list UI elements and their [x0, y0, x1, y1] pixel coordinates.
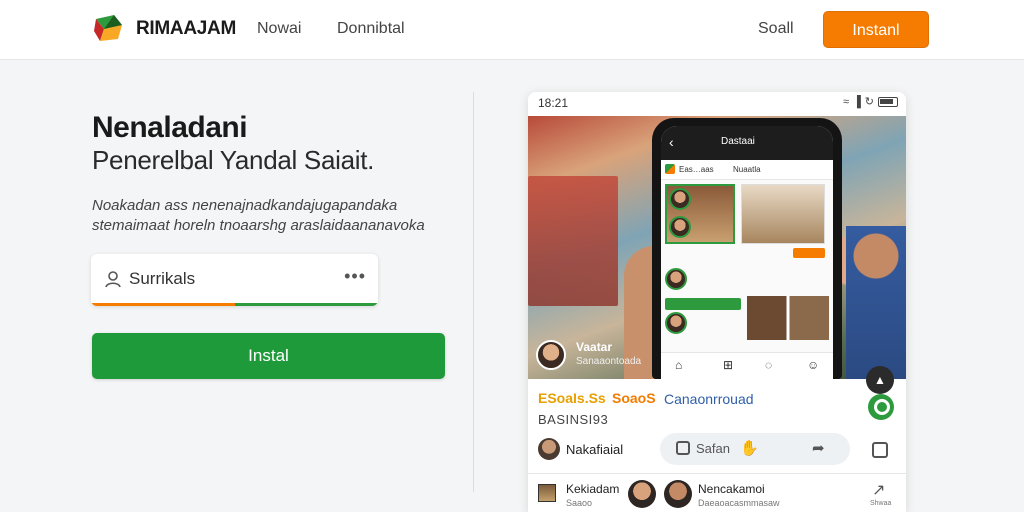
- status-icons: ≈ ▐ ↻: [843, 95, 898, 108]
- install-button[interactable]: Instal: [92, 333, 445, 379]
- search-underline: [91, 303, 378, 306]
- hero-subheadline: Penerelbal Yandal Saiait.: [92, 145, 375, 175]
- signal-icon: ▐: [852, 95, 861, 108]
- phone-app-bar: Eas…aas Nuaatla: [661, 160, 833, 180]
- person-image: [846, 226, 906, 379]
- phone-screen: ‹ Dastaai Eas…aas Nuaatla ⌂ ⊞ ◌ ☺: [661, 126, 833, 379]
- feed-name[interactable]: Kekiadam: [566, 482, 619, 496]
- phone-thumbnails[interactable]: [747, 296, 829, 340]
- chat-icon[interactable]: ◌: [765, 358, 772, 372]
- pill-label[interactable]: Safan: [696, 441, 730, 456]
- battery-icon: [878, 96, 898, 107]
- user-icon: [105, 271, 121, 288]
- user-chip[interactable]: Vaatar Sanaaontoada: [536, 338, 656, 374]
- wifi-icon: ≈: [842, 95, 849, 108]
- promo-text-2: SoaoS: [612, 390, 656, 406]
- user-chip-name: Vaatar: [576, 340, 613, 354]
- phone-app-header: ‹ Dastaai: [661, 126, 833, 160]
- avatar: [669, 188, 691, 210]
- like-icon[interactable]: ✋: [740, 439, 759, 457]
- sync-icon: ↻: [864, 96, 874, 108]
- user-chip-sub: Sanaaontoada: [576, 356, 642, 367]
- more-options-icon[interactable]: •••: [344, 266, 366, 287]
- home-icon[interactable]: ⌂: [675, 358, 682, 372]
- top-header: RIMAAJAM Nowai Donnibtal Soall Instanl: [0, 0, 1024, 60]
- search-input[interactable]: Surrikals •••: [91, 254, 378, 306]
- hero-description: Noakadan ass nenenajnadkandajugapandaka …: [92, 197, 425, 234]
- hero-photo: ‹ Dastaai Eas…aas Nuaatla ⌂ ⊞ ◌ ☺ Vaatar…: [528, 116, 906, 394]
- phone-card-image[interactable]: [665, 184, 735, 244]
- share-arrow-icon[interactable]: ➦: [812, 439, 825, 457]
- feed-thumbnail[interactable]: [538, 484, 556, 502]
- share-icon[interactable]: ↗: [872, 480, 885, 500]
- avatar: [536, 340, 566, 370]
- avatar[interactable]: [664, 480, 692, 508]
- phone-app-title: Dastaai: [721, 136, 755, 147]
- post-row: Nakafiaial Safan ✋ ➦: [528, 430, 906, 474]
- phone-card-image[interactable]: [741, 184, 825, 244]
- signin-link[interactable]: Soall: [758, 20, 794, 38]
- phone-bar-item[interactable]: Eas…aas: [679, 165, 714, 174]
- brand-name[interactable]: RIMAAJAM: [136, 18, 236, 40]
- post-actions-pill: Safan ✋ ➦: [660, 433, 850, 465]
- search-placeholder: Surrikals: [129, 269, 196, 288]
- bookmark-icon[interactable]: [872, 442, 888, 458]
- avatar: [669, 216, 691, 238]
- phone-bar-item[interactable]: Nuaatla: [733, 165, 761, 174]
- feed-row: Kekiadam Saaoo Nencakamoi Daeaoacasmmasa…: [528, 474, 906, 512]
- device-mockup: 18:21 ≈ ▐ ↻ ‹ Dastaai Eas…aas Nuaatla ⌂ …: [528, 92, 906, 512]
- comment-icon[interactable]: [676, 441, 690, 455]
- add-icon[interactable]: ⊞: [723, 358, 733, 372]
- nav-link-news[interactable]: Nowai: [257, 20, 301, 38]
- search-icon[interactable]: [868, 394, 894, 420]
- phone-orange-button[interactable]: [793, 248, 825, 258]
- feed-sub: Daeaoacasmmasaw: [698, 498, 780, 508]
- back-arrow-icon[interactable]: ‹: [669, 134, 674, 150]
- avatar: [665, 268, 687, 290]
- avatar[interactable]: [538, 438, 560, 460]
- phone-green-bar[interactable]: [665, 298, 741, 310]
- header-install-button[interactable]: Instanl: [823, 11, 929, 48]
- phone-bottom-nav: ⌂ ⊞ ◌ ☺: [661, 352, 833, 379]
- house-image: [528, 176, 618, 306]
- post-author[interactable]: Nakafiaial: [566, 442, 623, 457]
- column-divider: [473, 92, 474, 492]
- hero-headline: Nenaladani: [92, 111, 248, 144]
- phone-frame: ‹ Dastaai Eas…aas Nuaatla ⌂ ⊞ ◌ ☺: [652, 118, 842, 379]
- logo-icon[interactable]: [92, 13, 126, 45]
- profile-icon[interactable]: ☺: [807, 358, 819, 372]
- promo-text-1: ESoaIs.Ss: [538, 390, 606, 406]
- app-logo-icon: [665, 164, 675, 174]
- status-bar: 18:21 ≈ ▐ ↻: [528, 92, 906, 116]
- share-label: Shwaa: [870, 500, 892, 507]
- promo-link[interactable]: Canaonrrouad: [664, 391, 754, 407]
- promo-subtext: BASINSI93: [538, 412, 609, 427]
- avatar[interactable]: [628, 480, 656, 508]
- underline-orange: [91, 303, 235, 306]
- feed-sub: Saaoo: [566, 498, 593, 508]
- camera-icon[interactable]: ▲: [866, 366, 894, 394]
- feed-name[interactable]: Nencakamoi: [698, 482, 765, 496]
- nav-link-download[interactable]: Donnibtal: [337, 20, 405, 38]
- status-time: 18:21: [538, 96, 569, 110]
- underline-green: [234, 303, 378, 306]
- avatar: [665, 312, 687, 334]
